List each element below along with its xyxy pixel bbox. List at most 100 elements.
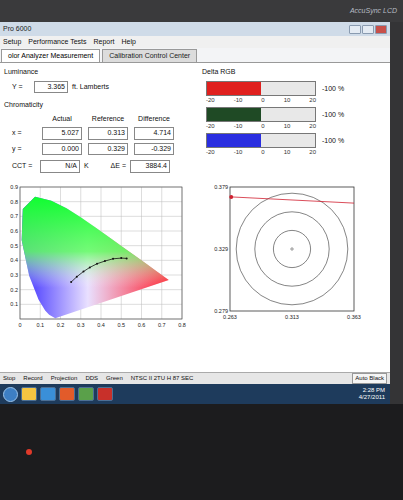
y-tick: 0.4: [10, 257, 18, 263]
monitor-brand: AccuSync LCD: [350, 6, 397, 17]
menu-item[interactable]: Help: [122, 37, 136, 48]
value-field[interactable]: 0.000: [42, 143, 82, 156]
app-icon[interactable]: [59, 387, 75, 401]
locus-point: [89, 266, 91, 268]
chromaticity-grid: ActualReferenceDifferencex =5.0270.3134.…: [4, 114, 194, 156]
luminance-field[interactable]: 3.365: [34, 81, 68, 94]
luminance-unit: ft. Lamberts: [72, 82, 109, 93]
status-item[interactable]: Record: [23, 374, 42, 383]
value-field[interactable]: 0.313: [88, 127, 128, 140]
meter-fill: [207, 108, 261, 121]
window-controls: [349, 25, 387, 34]
luminance-label: Y =: [12, 82, 30, 93]
delta-e-label: ΔE =: [98, 161, 126, 172]
meter-track: [206, 81, 316, 96]
tab-label[interactable]: Calibration Control Center: [109, 51, 190, 62]
plot-frame: [20, 187, 182, 319]
menu-item[interactable]: Performance Tests: [28, 37, 86, 48]
meter-tick: -20: [206, 96, 215, 104]
meter-tick: -20: [206, 148, 215, 156]
delta-rgb-panel: Delta RGB-20-1001020-100 %-20-1001020-10…: [202, 67, 386, 179]
clock-date: 4/27/2011: [359, 394, 385, 401]
target-ring: [236, 193, 348, 305]
status-item[interactable]: Stop: [3, 374, 15, 383]
meter-tick: 10: [284, 122, 291, 130]
column-header: Difference: [134, 114, 174, 125]
y-tick: 0.8: [10, 199, 18, 205]
x-tick: 0.1: [36, 322, 44, 328]
meter-reading: -100 %: [322, 84, 344, 95]
menu-item[interactable]: Report: [94, 37, 115, 48]
x-tick: 0.263: [223, 314, 237, 320]
meter-ticks: -20-1001020: [206, 96, 316, 104]
luminance-row: Y = 3.365 ft. Lamberts: [4, 81, 194, 94]
meter-ticks: -20-1001020: [206, 122, 316, 130]
clock-time: 2:28 PM: [363, 387, 385, 394]
locus-point: [126, 257, 128, 259]
title-bar: Pro 6000: [0, 22, 390, 36]
meter-track: [206, 107, 316, 122]
minimize-icon[interactable]: [349, 25, 361, 34]
x-tick: 0.363: [347, 314, 361, 320]
locus-point: [76, 276, 78, 278]
meter-tick: 20: [309, 148, 316, 156]
meter-color: [207, 82, 261, 95]
y-tick: 0.3: [10, 272, 18, 278]
clock: 2:28 PM4/27/2011: [359, 387, 387, 401]
x-tick: 0.4: [97, 322, 105, 328]
value-field[interactable]: 4.714: [134, 127, 174, 140]
y-tick: 0.1: [10, 301, 18, 307]
app-icon[interactable]: [21, 387, 37, 401]
column-header: Actual: [42, 114, 82, 125]
start-icon[interactable]: [3, 387, 18, 402]
maximize-icon[interactable]: [362, 25, 374, 34]
target-center: [291, 248, 293, 250]
target-ring: [273, 230, 310, 267]
meter-tick: 20: [309, 122, 316, 130]
locus-point: [120, 257, 122, 259]
status-item: NTSC II 2TU H 87 SEC: [131, 374, 194, 383]
planckian-locus: [71, 258, 127, 282]
app-icon[interactable]: [97, 387, 113, 401]
app-icon[interactable]: [40, 387, 56, 401]
meter-tick: 10: [284, 148, 291, 156]
locus-point: [96, 263, 98, 265]
delta-rgb-meter: -20-1001020: [206, 107, 316, 130]
target-frame: [230, 187, 354, 311]
meter-color: [207, 134, 261, 147]
luminance-title: Luminance: [4, 67, 194, 78]
delta-rgb-title: Delta RGB: [202, 67, 386, 78]
x-tick: 0.2: [57, 322, 65, 328]
meter-tick: 0: [261, 148, 264, 156]
x-tick: 0.6: [138, 322, 146, 328]
cct-field[interactable]: N/A: [40, 160, 80, 173]
locus-point: [104, 260, 106, 262]
cct-row: CCT =N/AKΔE =3884.4: [4, 160, 194, 173]
meter-tick: 20: [309, 96, 316, 104]
column-header: Reference: [88, 114, 128, 125]
delta-rgb-meter: -20-1001020: [206, 81, 316, 104]
cct-label: CCT =: [12, 161, 36, 172]
content: LuminanceY =3.365ft. LambertsChromaticit…: [0, 63, 390, 372]
close-icon[interactable]: [375, 25, 387, 34]
tab[interactable]: Calibration Control Center: [102, 49, 197, 62]
value-field[interactable]: -0.329: [134, 143, 174, 156]
grid-line: [161, 187, 162, 319]
measurement-row: LuminanceY =3.365ft. LambertsChromaticit…: [4, 67, 386, 179]
meter-track: [206, 133, 316, 148]
status-item: DDS: [85, 374, 98, 383]
auto-black-button[interactable]: Auto Black: [352, 373, 387, 384]
y-tick: 0.329: [214, 246, 228, 252]
delta-e-field[interactable]: 3884.4: [130, 160, 170, 173]
y-tick: 0.6: [10, 228, 18, 234]
value-field[interactable]: 5.027: [42, 127, 82, 140]
meter-reading: -100 %: [322, 136, 344, 147]
menu-bar: Setup Performance Tests Report Help: [0, 36, 390, 48]
monitor-bezel-bottom: [0, 404, 403, 500]
value-field[interactable]: 0.329: [88, 143, 128, 156]
menu-item[interactable]: Setup: [3, 37, 21, 48]
tab-label[interactable]: olor Analyzer Measurement: [8, 51, 93, 62]
app-icon[interactable]: [78, 387, 94, 401]
x-tick: 0.5: [117, 322, 125, 328]
tab[interactable]: olor Analyzer Measurement: [1, 49, 100, 62]
